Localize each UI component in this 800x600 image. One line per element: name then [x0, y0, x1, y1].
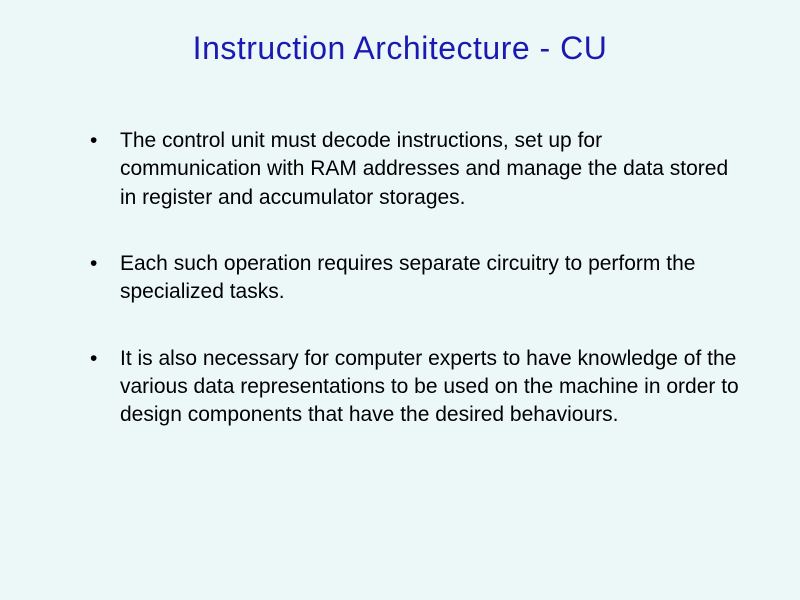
bullet-list: The control unit must decode instruction… — [60, 127, 740, 430]
bullet-item: Each such operation requires separate ci… — [90, 250, 740, 307]
bullet-item: The control unit must decode instruction… — [90, 127, 740, 212]
slide-title: Instruction Architecture - CU — [60, 30, 740, 67]
slide-container: Instruction Architecture - CU The contro… — [0, 0, 800, 600]
bullet-item: It is also necessary for computer expert… — [90, 345, 740, 430]
